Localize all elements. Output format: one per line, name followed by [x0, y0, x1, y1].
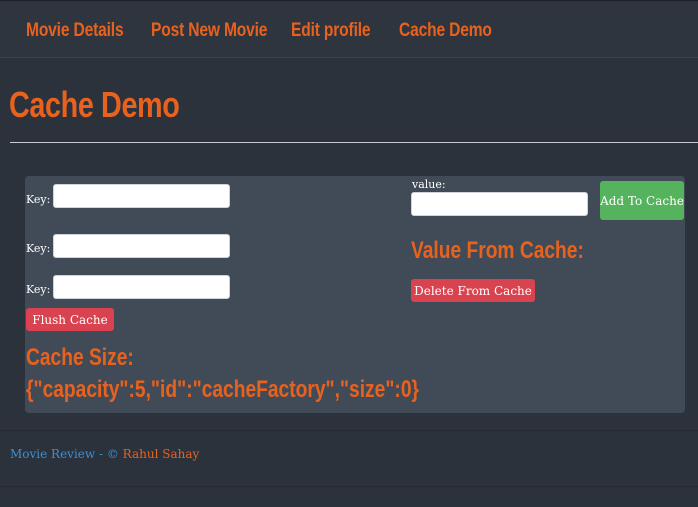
value-input[interactable] [411, 192, 588, 216]
key-input-3[interactable] [53, 275, 230, 299]
key-input-2[interactable] [53, 234, 230, 258]
top-navbar: Movie Details Post New Movie Edit profil… [0, 0, 698, 58]
value-label: value: [412, 178, 446, 191]
page-title: Cache Demo [9, 84, 180, 125]
footer-author: Rahul Sahay [122, 447, 200, 461]
footer-copyright: - © [95, 447, 123, 461]
add-to-cache-button[interactable]: Add To Cache [600, 181, 684, 220]
key-label-2: Key: [26, 242, 51, 255]
key-label-3: Key: [26, 283, 51, 296]
cache-panel: Key: Key: Key: Flush Cache Cache Size: {… [25, 176, 685, 413]
cache-size-value: {"capacity":5,"id":"cacheFactory","size"… [26, 376, 419, 403]
value-from-cache-label: Value From Cache: [411, 237, 584, 264]
nav-movie-details[interactable]: Movie Details [26, 20, 124, 42]
footer: Movie Review - © Rahul Sahay [10, 447, 199, 461]
footer-divider-top [0, 430, 698, 431]
flush-cache-button[interactable]: Flush Cache [26, 308, 114, 331]
footer-site-link[interactable]: Movie Review [10, 447, 95, 461]
title-divider [10, 142, 698, 143]
cache-size-label: Cache Size: [26, 344, 134, 371]
key-label-1: Key: [26, 193, 51, 206]
key-input-1[interactable] [53, 184, 230, 208]
footer-divider-bottom [0, 486, 698, 487]
nav-edit-profile[interactable]: Edit profile [291, 20, 371, 42]
delete-from-cache-button[interactable]: Delete From Cache [411, 279, 535, 302]
nav-post-new-movie[interactable]: Post New Movie [151, 20, 267, 42]
nav-cache-demo[interactable]: Cache Demo [399, 20, 492, 42]
